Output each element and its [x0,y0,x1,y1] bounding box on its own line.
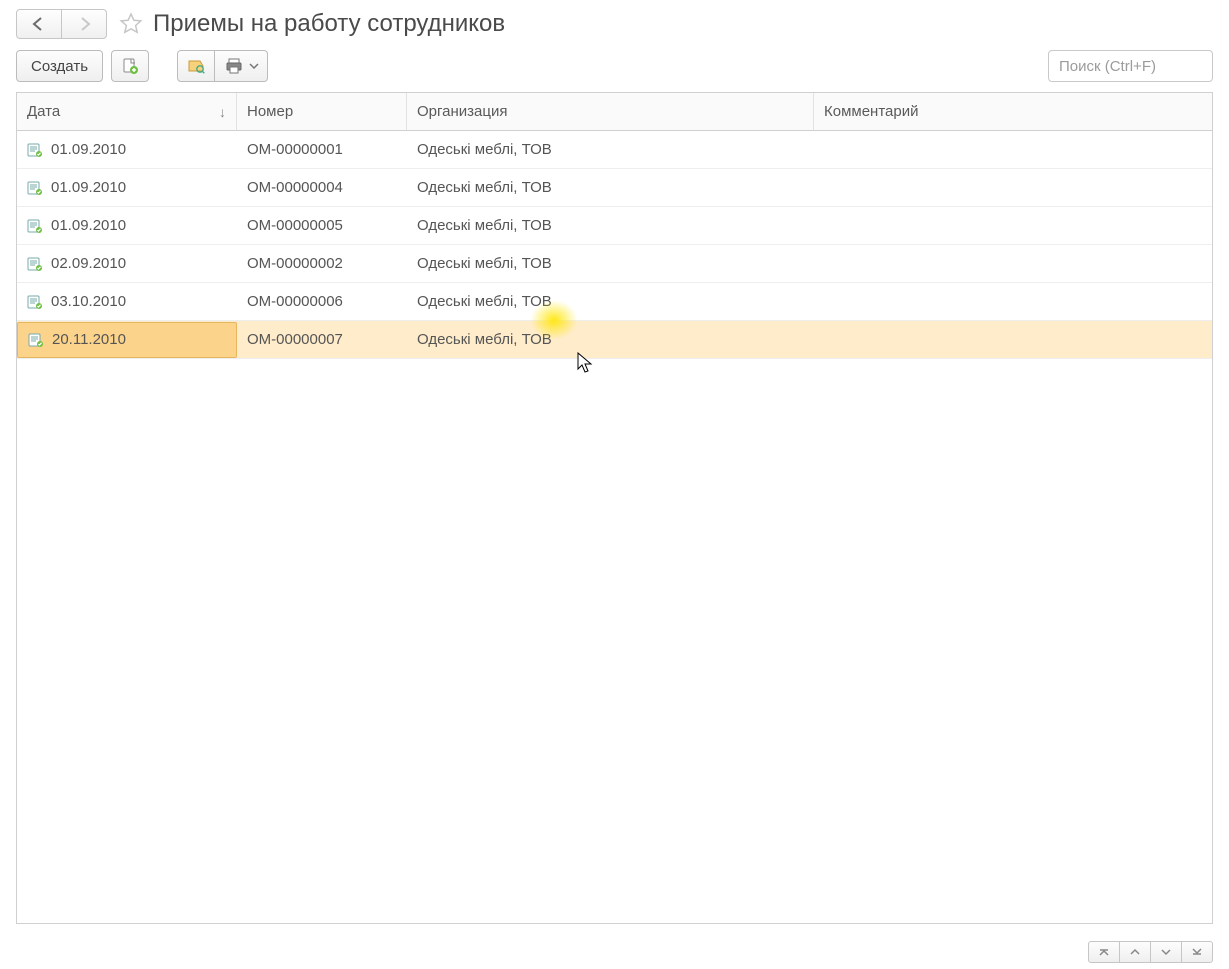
page-title: Приемы на работу сотрудников [153,10,505,38]
search-input[interactable] [1048,50,1213,82]
grid-header: Дата ↓ Номер Организация Комментарий [17,93,1212,131]
column-header-date-label: Дата [27,103,60,120]
column-header-date[interactable]: Дата ↓ [17,93,237,130]
cell-date: 02.09.2010 [51,255,126,272]
column-header-number-label: Номер [247,103,293,120]
grid-body: 01.09.2010ОМ-00000001Одеські меблі, ТОВ0… [17,131,1212,359]
cell-number: ОМ-00000002 [247,255,343,272]
back-button[interactable] [16,9,62,39]
scroll-up-button[interactable] [1119,941,1151,963]
cell-number: ОМ-00000001 [247,141,343,158]
cell-organization: Одеські меблі, ТОВ [417,179,552,196]
cell-date: 01.09.2010 [51,141,126,158]
cell-organization: Одеські меблі, ТОВ [417,217,552,234]
cell-date: 01.09.2010 [51,217,126,234]
cell-date: 01.09.2010 [51,179,126,196]
print-button[interactable] [214,50,268,82]
column-header-organization[interactable]: Организация [407,93,814,130]
table-row[interactable]: 02.09.2010 ОМ-00000002 Одеські меблі, ТОВ [17,245,1212,283]
column-header-comment-label: Комментарий [824,103,918,120]
cell-number: ОМ-00000006 [247,293,343,310]
cell-organization: Одеські меблі, ТОВ [417,293,552,310]
document-icon [27,143,43,157]
table-row[interactable]: 03.10.2010 ОМ-00000006 Одеські меблі, ТОВ [17,283,1212,321]
cell-number: ОМ-00000005 [247,217,343,234]
header-bar: Приемы на работу сотрудников [0,0,1229,44]
cell-number: ОМ-00000004 [247,179,343,196]
column-header-number[interactable]: Номер [237,93,407,130]
scroll-top-button[interactable] [1088,941,1120,963]
cell-organization: Одеські меблі, ТОВ [417,331,552,348]
scroll-down-button[interactable] [1150,941,1182,963]
document-icon [27,295,43,309]
table-row[interactable]: 01.09.2010 ОМ-00000004 Одеські меблі, ТОВ [17,169,1212,207]
sort-indicator-icon: ↓ [219,104,226,120]
find-by-number-button[interactable] [177,50,215,82]
toolbar: Создать [0,44,1229,92]
actions-group [177,50,268,82]
cell-date: 03.10.2010 [51,293,126,310]
create-button-label: Создать [31,58,88,75]
scroll-bottom-button[interactable] [1181,941,1213,963]
create-button[interactable]: Создать [16,50,103,82]
cell-number: ОМ-00000007 [247,331,343,348]
cell-organization: Одеські меблі, ТОВ [417,255,552,272]
favorite-star-icon[interactable] [117,10,145,38]
scroll-buttons [1089,941,1213,963]
create-copy-button[interactable] [111,50,149,82]
column-header-comment[interactable]: Комментарий [814,93,1212,130]
data-grid: Дата ↓ Номер Организация Комментарий 01.… [16,92,1213,924]
table-row[interactable]: 20.11.2010 ОМ-00000007 Одеські меблі, ТОВ [17,321,1212,359]
document-icon [27,181,43,195]
column-header-organization-label: Организация [417,103,507,120]
document-icon [27,257,43,271]
forward-button[interactable] [61,9,107,39]
document-icon [28,333,44,347]
document-icon [27,219,43,233]
cell-organization: Одеські меблі, ТОВ [417,141,552,158]
cell-date: 20.11.2010 [52,331,126,348]
table-row[interactable]: 01.09.2010 ОМ-00000005 Одеські меблі, ТОВ [17,207,1212,245]
table-row[interactable]: 01.09.2010 ОМ-00000001 Одеські меблі, ТОВ [17,131,1212,169]
